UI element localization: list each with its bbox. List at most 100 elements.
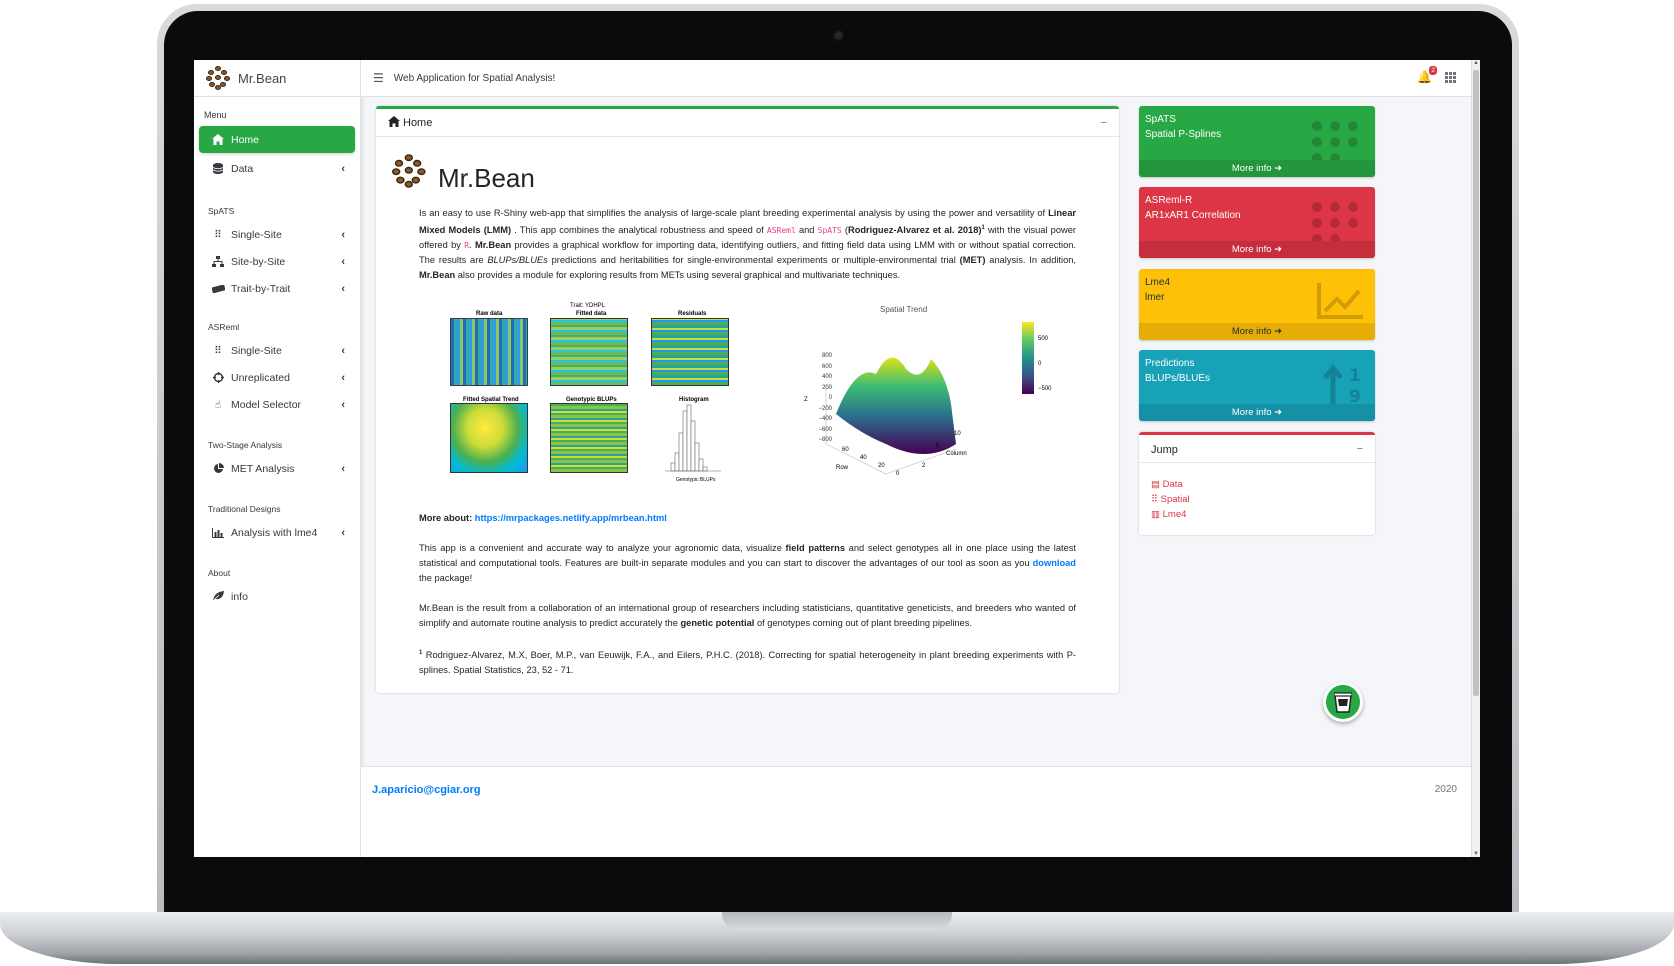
panel-title-raw: Raw data bbox=[476, 311, 503, 317]
info-box-predictions: Predictions BLUPs/BLUEs 19 More info ➜ bbox=[1139, 350, 1375, 421]
home-icon bbox=[388, 115, 400, 130]
jump-link-lme4[interactable]: ▥ Lme4 bbox=[1151, 507, 1375, 522]
surface-plot bbox=[825, 357, 957, 475]
text-italic: BLUPs/BLUEs bbox=[487, 255, 548, 266]
chart-line-icon bbox=[1317, 283, 1363, 319]
section-about: About bbox=[208, 568, 231, 578]
scroll-up-arrow-icon[interactable]: ▲ bbox=[1472, 60, 1480, 66]
z-tick: −600 bbox=[818, 426, 832, 433]
jump-link-data[interactable]: ▤ Data bbox=[1151, 477, 1375, 492]
sitemap-icon bbox=[211, 256, 225, 267]
jump-link-spatial[interactable]: ⠿ Spatial bbox=[1151, 492, 1375, 507]
paragraph-convenient: This app is a convenient and accurate wa… bbox=[419, 541, 1076, 586]
sidebar-item-asreml-single-site[interactable]: ⠿ Single-Site ‹ bbox=[199, 337, 355, 364]
vertical-scrollbar[interactable]: ▲ ▼ bbox=[1471, 60, 1480, 857]
hamburger-menu-icon[interactable]: ☰ bbox=[373, 71, 384, 85]
text: analysis. In addition, bbox=[985, 255, 1076, 266]
webcam bbox=[833, 30, 844, 41]
z-tick: 0 bbox=[828, 395, 832, 401]
heatmap-fitted bbox=[550, 318, 628, 386]
braille-icon: ⠿ bbox=[1151, 494, 1158, 505]
text-bold: field patterns bbox=[785, 543, 846, 553]
brand-link[interactable]: Mr.Bean bbox=[194, 60, 360, 97]
results-figure: Trait: YDHPL Raw data Fitted data Residu… bbox=[436, 299, 1052, 489]
z-tick: 400 bbox=[821, 374, 832, 380]
sidebar-item-trait-by-trait[interactable]: Trait-by-Trait ‹ bbox=[199, 275, 355, 302]
more-info-label: More info bbox=[1231, 244, 1272, 255]
braille-icon bbox=[1312, 202, 1358, 241]
colorbar-tick: −500 bbox=[1038, 386, 1052, 392]
code-spats: SpATS bbox=[817, 226, 842, 236]
col-tick: 2 bbox=[922, 463, 926, 469]
sidebar-item-site-by-site[interactable]: Site-by-Site ‹ bbox=[199, 248, 355, 275]
info-box-subtitle: AR1xAR1 Correlation bbox=[1145, 210, 1241, 221]
text: and bbox=[795, 225, 818, 236]
app-title: Web Application for Spatial Analysis! bbox=[393, 72, 556, 84]
text: the package! bbox=[419, 573, 473, 583]
home-icon bbox=[211, 134, 225, 145]
jump-link-label: Data bbox=[1162, 479, 1183, 490]
sidebar-item-unreplicated[interactable]: Unreplicated ‹ bbox=[199, 364, 355, 391]
brand-name: Mr.Bean bbox=[238, 70, 287, 86]
sidebar-item-spats-single-site[interactable]: ⠿ Single-Site ‹ bbox=[199, 221, 355, 248]
more-info-label: More info bbox=[1231, 163, 1272, 174]
download-link[interactable]: download bbox=[1033, 558, 1076, 568]
paragraph-collaboration: Mr.Bean is the result from a collaborati… bbox=[419, 601, 1076, 631]
more-info-link[interactable]: More info ➜ bbox=[1139, 323, 1375, 340]
author-email-link[interactable]: J.aparicio@cgiar.org bbox=[372, 784, 481, 796]
colorbar-tick: 0 bbox=[1038, 361, 1042, 367]
hero-header: Mr.Bean bbox=[392, 154, 535, 195]
info-box-subtitle: lmer bbox=[1145, 292, 1165, 303]
chevron-left-icon: ‹ bbox=[341, 228, 345, 241]
z-axis-ticks: 800 600 400 200 0 −200 −400 −600 −800 bbox=[812, 351, 832, 446]
more-about-link[interactable]: https://mrpackages.netlify.app/mrbean.ht… bbox=[475, 513, 667, 523]
card-header: Home − bbox=[376, 109, 1119, 137]
more-info-label: More info bbox=[1231, 407, 1272, 418]
z-tick: −200 bbox=[818, 405, 832, 412]
text: This app is a convenient and accurate wa… bbox=[419, 543, 786, 553]
sidebar: Mr.Bean Menu Home Data ‹ SpATS ⠿ Single-… bbox=[194, 60, 361, 857]
section-traditional: Traditional Designs bbox=[208, 504, 281, 514]
z-tick: 600 bbox=[821, 363, 832, 370]
scrollbar-thumb[interactable] bbox=[1473, 70, 1479, 696]
collapse-minus-icon[interactable]: − bbox=[1357, 443, 1363, 455]
card-title: Home bbox=[403, 116, 433, 129]
collapse-minus-icon[interactable]: − bbox=[1101, 117, 1107, 129]
braille-icon: ⠿ bbox=[214, 344, 222, 357]
text-bold: (MET) bbox=[959, 255, 986, 266]
chevron-left-icon: ‹ bbox=[341, 255, 345, 268]
col-tick: 5 bbox=[936, 443, 940, 449]
apps-grid-icon[interactable] bbox=[1445, 72, 1456, 83]
sidebar-item-label: Model Selector bbox=[231, 398, 302, 411]
sidebar-item-label: Home bbox=[231, 133, 260, 146]
more-info-link[interactable]: More info ➜ bbox=[1139, 404, 1375, 421]
database-icon: ▤ bbox=[1151, 479, 1160, 490]
scroll-down-arrow-icon[interactable]: ▼ bbox=[1472, 851, 1480, 857]
figure-trait-label: Trait: YDHPL bbox=[570, 303, 606, 309]
z-tick: 200 bbox=[821, 384, 832, 391]
buy-me-coffee-button[interactable] bbox=[1323, 682, 1363, 722]
info-box-title: Predictions bbox=[1145, 358, 1195, 369]
sidebar-item-label: Trait-by-Trait bbox=[231, 282, 291, 295]
footer: J.aparicio@cgiar.org 2020 bbox=[361, 766, 1471, 857]
bean-logo-icon bbox=[206, 66, 230, 90]
more-info-link[interactable]: More info ➜ bbox=[1139, 160, 1375, 177]
text: also provides a module for exploring res… bbox=[455, 270, 901, 281]
row-tick: 20 bbox=[878, 463, 885, 469]
notification-badge: 2 bbox=[1429, 66, 1437, 75]
sidebar-item-label: info bbox=[231, 590, 248, 603]
sidebar-item-info[interactable]: info bbox=[199, 583, 355, 610]
sidebar-item-home[interactable]: Home bbox=[199, 126, 355, 153]
top-navbar: ☰ Web Application for Spatial Analysis! … bbox=[361, 60, 1480, 97]
heatmap-raw bbox=[450, 318, 528, 386]
colorbar bbox=[1022, 322, 1034, 394]
sidebar-item-model-selector[interactable]: ☝ Model Selector ‹ bbox=[199, 391, 355, 418]
menu-header: Menu bbox=[204, 110, 227, 120]
sidebar-item-data[interactable]: Data ‹ bbox=[199, 155, 355, 182]
z-tick: 800 bbox=[821, 353, 832, 359]
sidebar-item-analysis-lme4[interactable]: Analysis with lme4 ‹ bbox=[199, 519, 355, 546]
more-info-link[interactable]: More info ➜ bbox=[1139, 241, 1375, 258]
chevron-left-icon: ‹ bbox=[341, 282, 345, 295]
sidebar-item-met-analysis[interactable]: MET Analysis ‹ bbox=[199, 455, 355, 482]
notifications-bell-icon[interactable]: 🔔 2 bbox=[1417, 66, 1437, 84]
